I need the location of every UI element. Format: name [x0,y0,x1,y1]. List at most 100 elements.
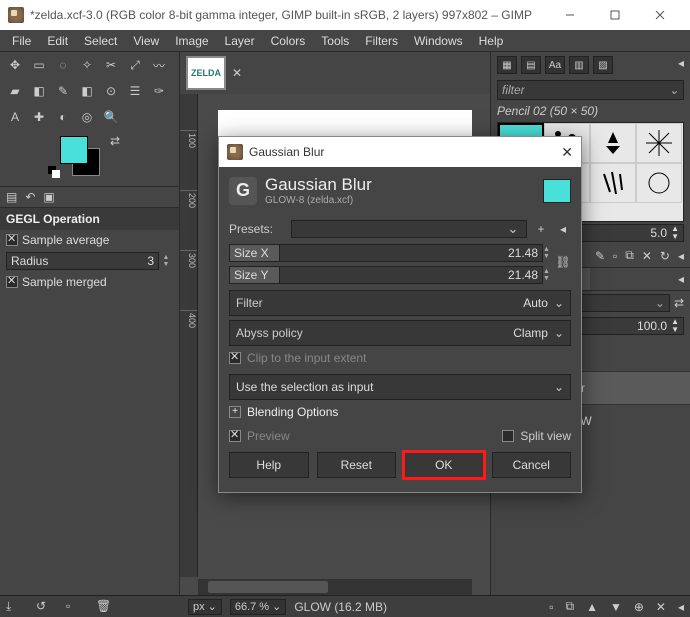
clone-icon[interactable]: ⊙ [102,82,120,100]
dialog-titlebar[interactable]: Gaussian Blur ✕ [219,137,581,167]
smudge-icon[interactable]: ☰ [126,82,144,100]
text-icon[interactable]: A [6,108,24,126]
dodge-icon[interactable]: ◐ [54,108,72,126]
status-icon[interactable]: ⊕ [634,600,644,614]
swap-colors-icon[interactable]: ⇄ [110,134,120,148]
add-preset-icon[interactable]: + [533,222,549,236]
gradient-icon[interactable]: ◧ [30,82,48,100]
clip-checkbox[interactable] [229,352,241,364]
brushes-tab-icon[interactable]: ▦ [497,56,517,74]
menu-layer[interactable]: Layer [217,31,263,51]
save-icon[interactable]: ⤓ [6,599,22,615]
reset-button[interactable]: Reset [317,452,397,478]
open-as-image-icon[interactable]: ◂ [678,249,684,263]
pencil-icon[interactable]: ✎ [54,82,72,100]
menu-edit[interactable]: Edit [39,31,76,51]
horizontal-scrollbar[interactable] [198,579,472,595]
brush-thumb[interactable] [590,163,636,203]
menu-help[interactable]: Help [471,31,512,51]
menu-tools[interactable]: Tools [313,31,357,51]
blending-options-expander[interactable]: + Blending Options [229,400,571,424]
fonts-tab-icon[interactable]: Aa [545,56,565,74]
brush-thumb[interactable] [636,163,682,203]
undo-history-tab-icon[interactable]: ↶ [25,190,35,204]
status-icon[interactable]: ◂ [678,600,684,614]
close-button[interactable] [637,0,682,30]
maximize-button[interactable] [592,0,637,30]
properties-icon[interactable]: ▫ [66,599,82,615]
spin-down-icon[interactable]: ▼ [671,326,679,334]
revert-icon[interactable]: ↺ [36,599,52,615]
sample-average-checkbox[interactable] [6,234,18,246]
menu-view[interactable]: View [125,31,167,51]
images-tab-icon[interactable]: ▣ [43,190,54,204]
menu-file[interactable]: File [4,31,39,51]
menu-colors[interactable]: Colors [263,31,314,51]
status-icon[interactable]: ▼ [610,600,622,614]
unit-select[interactable]: px⌄ [188,599,222,615]
duplicate-brush-icon[interactable]: ⧉ [625,248,634,263]
bucket-icon[interactable]: ▰ [6,82,24,100]
status-icon[interactable]: ⧉ [565,599,574,614]
status-icon[interactable]: ▫ [549,600,553,614]
split-view-checkbox[interactable] [502,430,514,442]
warp-icon[interactable]: 〰 [150,56,168,74]
tab-close-icon[interactable]: ✕ [232,66,246,80]
dock-menu-icon[interactable]: ◂ [672,268,690,290]
presets-select[interactable]: ⌄ [291,220,527,238]
new-brush-icon[interactable]: ▫ [613,249,617,263]
ok-button[interactable]: OK [404,452,484,478]
heal-icon[interactable]: ✚ [30,108,48,126]
dialog-close-icon[interactable]: ✕ [561,144,573,161]
history-tab-icon[interactable]: ▥ [569,56,589,74]
radius-down-icon[interactable]: ▼ [163,261,170,268]
spin-down-icon[interactable]: ▼ [543,275,555,282]
more-tab-icon[interactable]: ▨ [593,56,613,74]
free-select-icon[interactable]: ◌ [54,56,72,74]
size-x-input[interactable]: 21.48 [279,244,543,262]
menu-select[interactable]: Select [76,31,125,51]
rect-select-icon[interactable]: ▭ [30,56,48,74]
edit-brush-icon[interactable]: ✎ [595,249,605,263]
size-y-input[interactable]: 21.48 [279,266,543,284]
sample-merged-checkbox[interactable] [6,276,18,288]
move-tool-icon[interactable]: ✥ [6,56,24,74]
fuzzy-select-icon[interactable]: ✧ [78,56,96,74]
preview-checkbox[interactable] [229,430,241,442]
brush-thumb[interactable] [590,123,636,163]
fg-color-swatch[interactable] [60,136,88,164]
help-button[interactable]: Help [229,452,309,478]
patterns-tab-icon[interactable]: ▤ [521,56,541,74]
status-icon[interactable]: ✕ [656,600,666,614]
menu-windows[interactable]: Windows [406,31,471,51]
link-sizes-icon[interactable]: ⛓ [555,255,571,269]
radius-field[interactable]: Radius 3 [6,252,159,270]
spin-up-icon[interactable]: ▲ [543,246,555,253]
spin-up-icon[interactable]: ▲ [543,268,555,275]
color-swatches[interactable]: ⇄ [60,136,110,186]
menu-image[interactable]: Image [167,31,216,51]
cancel-button[interactable]: Cancel [492,452,572,478]
brush-filter-input[interactable]: filter ⌄ [497,80,684,100]
brush-thumb[interactable] [636,123,682,163]
spin-down-icon[interactable]: ▼ [543,253,555,260]
abyss-select[interactable]: Abyss policy Clamp ⌄ [229,320,571,346]
minimize-button[interactable] [547,0,592,30]
refresh-brush-icon[interactable]: ↻ [660,249,670,263]
spin-down-icon[interactable]: ▼ [671,233,679,241]
path-icon[interactable]: ✑ [150,82,168,100]
use-selection-select[interactable]: Use the selection as input ⌄ [229,374,571,400]
crop-icon[interactable]: ✂ [102,56,120,74]
radius-up-icon[interactable]: ▲ [163,254,170,261]
mode-switch-icon[interactable]: ⇄ [674,296,684,310]
preset-menu-icon[interactable]: ◂ [555,222,571,236]
status-icon[interactable]: ▲ [586,600,598,614]
tool-options-tab-icon[interactable]: ▤ [6,190,17,204]
zoom-select[interactable]: 66.7 %⌄ [230,599,286,615]
delete-brush-icon[interactable]: ✕ [642,249,652,263]
delete-icon[interactable]: 🗑 [96,599,112,615]
image-tab-thumbnail[interactable]: ZELDA [186,56,226,90]
dock-menu-icon[interactable]: ◂ [678,56,684,74]
measure-icon[interactable]: ◎ [78,108,96,126]
filter-select[interactable]: Filter Auto ⌄ [229,290,571,316]
